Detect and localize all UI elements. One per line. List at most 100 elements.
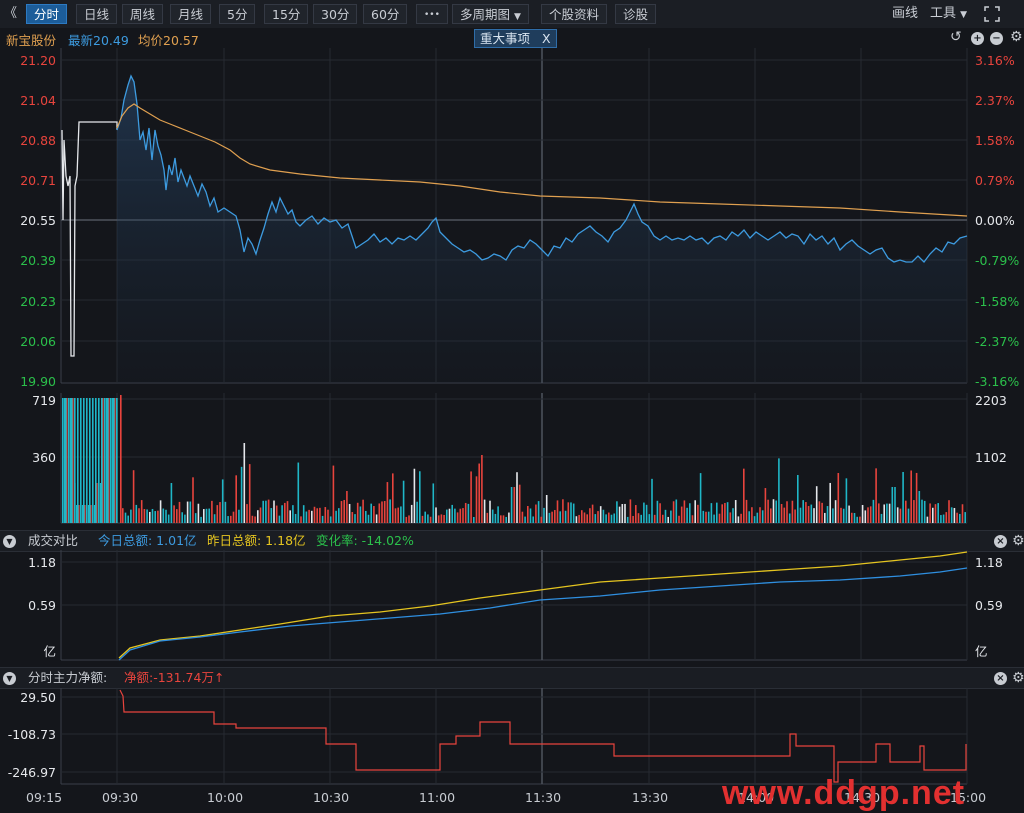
- volume-bar: [316, 508, 318, 523]
- volume-bar: [645, 504, 648, 523]
- volume-bar: [702, 510, 705, 523]
- volume-bar: [959, 513, 961, 523]
- volume-bar: [756, 512, 759, 523]
- volume-bar: [751, 507, 753, 523]
- volume-bar: [716, 502, 718, 523]
- volume-bar: [926, 516, 929, 523]
- volume-bar: [327, 509, 329, 523]
- volume-bar: [324, 507, 327, 523]
- volume-bar: [74, 398, 76, 523]
- volume-bar: [221, 479, 224, 523]
- volume-bar: [338, 508, 340, 523]
- volume-bar: [481, 455, 483, 523]
- volume-bar: [829, 482, 831, 523]
- volume-bar: [945, 512, 948, 523]
- volume-bar: [732, 508, 734, 523]
- volume-bar: [348, 503, 351, 523]
- volume-bar: [567, 502, 570, 523]
- volume-bar: [626, 516, 629, 523]
- volume-bar: [543, 507, 545, 523]
- volume-bar: [562, 499, 564, 523]
- volume-bar: [724, 502, 726, 523]
- volume-bar: [127, 515, 129, 523]
- volume-bar: [840, 507, 842, 523]
- volume-bar: [454, 508, 456, 523]
- volume-bar: [213, 514, 216, 523]
- volume-bar: [211, 500, 213, 523]
- volume-bar: [410, 504, 413, 523]
- volume-bar: [176, 509, 178, 523]
- volume-bar: [659, 503, 661, 523]
- volume-bar: [886, 503, 888, 523]
- volume-bar: [680, 506, 683, 523]
- volume-bar: [235, 475, 237, 523]
- volume-bar: [815, 486, 818, 523]
- volume-bar: [208, 508, 210, 523]
- volume-bar: [834, 500, 837, 523]
- volume-bar: [65, 398, 67, 523]
- volume-bar: [184, 514, 186, 523]
- volume-bar: [138, 508, 140, 523]
- volume-bar: [583, 512, 586, 523]
- volume-bar: [394, 508, 397, 523]
- volume-bar: [313, 506, 316, 523]
- volume-bar: [478, 463, 480, 523]
- volume-bar: [624, 503, 626, 523]
- volume-bar: [86, 398, 88, 523]
- today-turnover-line: [118, 567, 968, 661]
- volume-bar: [513, 487, 516, 523]
- volume-bar: [286, 501, 289, 523]
- volume-bar: [104, 398, 106, 523]
- volume-bar: [578, 514, 580, 523]
- volume-bar: [899, 508, 902, 523]
- volume-bar: [77, 398, 79, 523]
- volume-bar: [203, 509, 205, 523]
- volume-bar: [807, 506, 810, 523]
- volume-bar: [672, 501, 675, 523]
- volume-bar: [853, 513, 856, 523]
- volume-bar: [146, 509, 148, 523]
- volume-bar: [240, 466, 243, 523]
- volume-bar: [435, 507, 437, 523]
- volume-bar: [894, 487, 896, 523]
- volume-bar: [367, 514, 370, 523]
- volume-bar: [429, 516, 432, 523]
- volume-bar: [508, 512, 510, 523]
- volume-bar: [167, 514, 170, 523]
- volume-bar: [181, 512, 183, 523]
- volume-bar: [432, 483, 435, 523]
- volume-bar: [483, 499, 486, 523]
- volume-bar: [446, 509, 448, 523]
- volume-bar: [230, 515, 232, 523]
- volume-bar: [570, 502, 572, 523]
- volume-bar: [848, 505, 850, 523]
- volume-bar: [540, 516, 543, 523]
- volume-bar: [618, 506, 621, 523]
- volume-bar: [389, 499, 391, 523]
- volume-bar: [605, 514, 607, 523]
- volume-bar: [297, 462, 300, 523]
- volume-bar: [427, 514, 429, 523]
- volume-bar: [783, 507, 786, 523]
- volume-bar: [343, 499, 345, 523]
- volume-bar: [397, 507, 399, 523]
- volume-bar: [140, 500, 143, 523]
- volume-bar: [616, 501, 618, 523]
- volume-bar: [80, 398, 82, 523]
- volume-bar: [381, 501, 383, 523]
- volume-bar: [216, 505, 219, 523]
- volume-bar: [799, 507, 802, 523]
- volume-bar: [905, 500, 907, 523]
- volume-bar: [653, 514, 656, 523]
- volume-bar: [821, 502, 823, 523]
- volume-bar: [194, 513, 197, 523]
- volume-bar: [362, 499, 364, 523]
- volume-bar: [554, 510, 556, 523]
- volume-bar: [559, 511, 561, 523]
- intraday-chart[interactable]: [0, 0, 1024, 812]
- volume-bar: [632, 515, 634, 523]
- volume-bar: [124, 512, 127, 523]
- volume-bar: [594, 514, 597, 523]
- volume-bar: [613, 513, 615, 523]
- volume-bar: [151, 508, 154, 523]
